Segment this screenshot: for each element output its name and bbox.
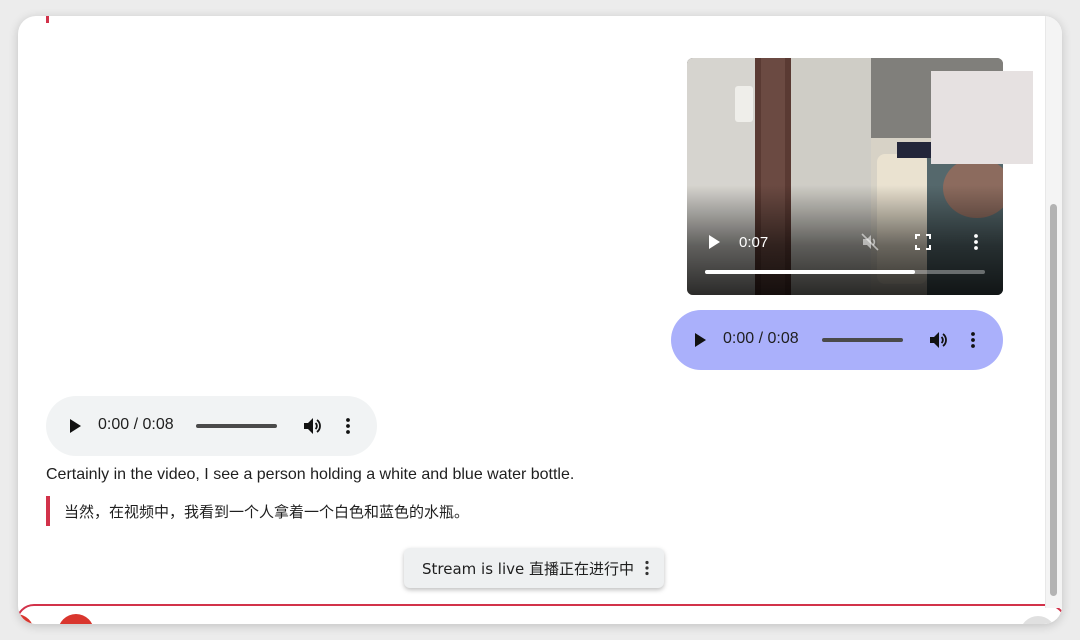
audio-time: 0:00 / 0:08 xyxy=(723,330,799,347)
more-vert-icon[interactable] xyxy=(970,331,976,349)
play-icon[interactable] xyxy=(707,235,721,249)
reply-translation: 当然，在视频中，我看到一个人拿着一个白色和蓝色的水瓶。 xyxy=(46,496,469,526)
stream-status-label: Stream is live 直播正在进行中 xyxy=(422,559,635,578)
assistant-reply-text: Certainly in the video, I see a person h… xyxy=(46,466,575,483)
fullscreen-icon[interactable] xyxy=(915,234,931,250)
video-progress-bar[interactable] xyxy=(705,270,985,274)
stream-status-chip[interactable]: Stream is live 直播正在进行中 xyxy=(404,548,665,588)
audio-time: 0:00 / 0:08 xyxy=(98,416,174,433)
video-controls: 0:07 xyxy=(687,185,1003,295)
audio-progress-bar[interactable] xyxy=(196,424,277,428)
play-icon[interactable] xyxy=(694,333,708,347)
assistant-audio-player[interactable]: 0:00 / 0:08 xyxy=(46,396,377,456)
redacted-face-overlay xyxy=(931,71,1033,164)
chat-window: 0:07 0:00 / 0:08 0:00 / 0:08 Certainly i… xyxy=(18,16,1062,624)
audio-progress-bar[interactable] xyxy=(822,338,903,342)
mute-icon[interactable] xyxy=(861,233,879,251)
more-vert-icon[interactable] xyxy=(345,417,351,435)
more-vert-icon[interactable] xyxy=(644,560,650,576)
video-time: 0:07 xyxy=(739,234,769,251)
previous-message-accent xyxy=(46,16,49,23)
more-vert-icon[interactable] xyxy=(969,233,983,251)
scrollbar[interactable] xyxy=(1045,16,1062,608)
user-audio-player[interactable]: 0:00 / 0:08 xyxy=(671,310,1003,370)
play-icon[interactable] xyxy=(69,419,83,433)
translation-text: 当然，在视频中，我看到一个人拿着一个白色和蓝色的水瓶。 xyxy=(64,502,470,521)
video-progress-fill xyxy=(705,270,915,274)
input-bar[interactable] xyxy=(18,604,1062,624)
volume-icon[interactable] xyxy=(928,330,948,350)
volume-icon[interactable] xyxy=(302,416,322,436)
scrollbar-thumb[interactable] xyxy=(1050,204,1057,596)
